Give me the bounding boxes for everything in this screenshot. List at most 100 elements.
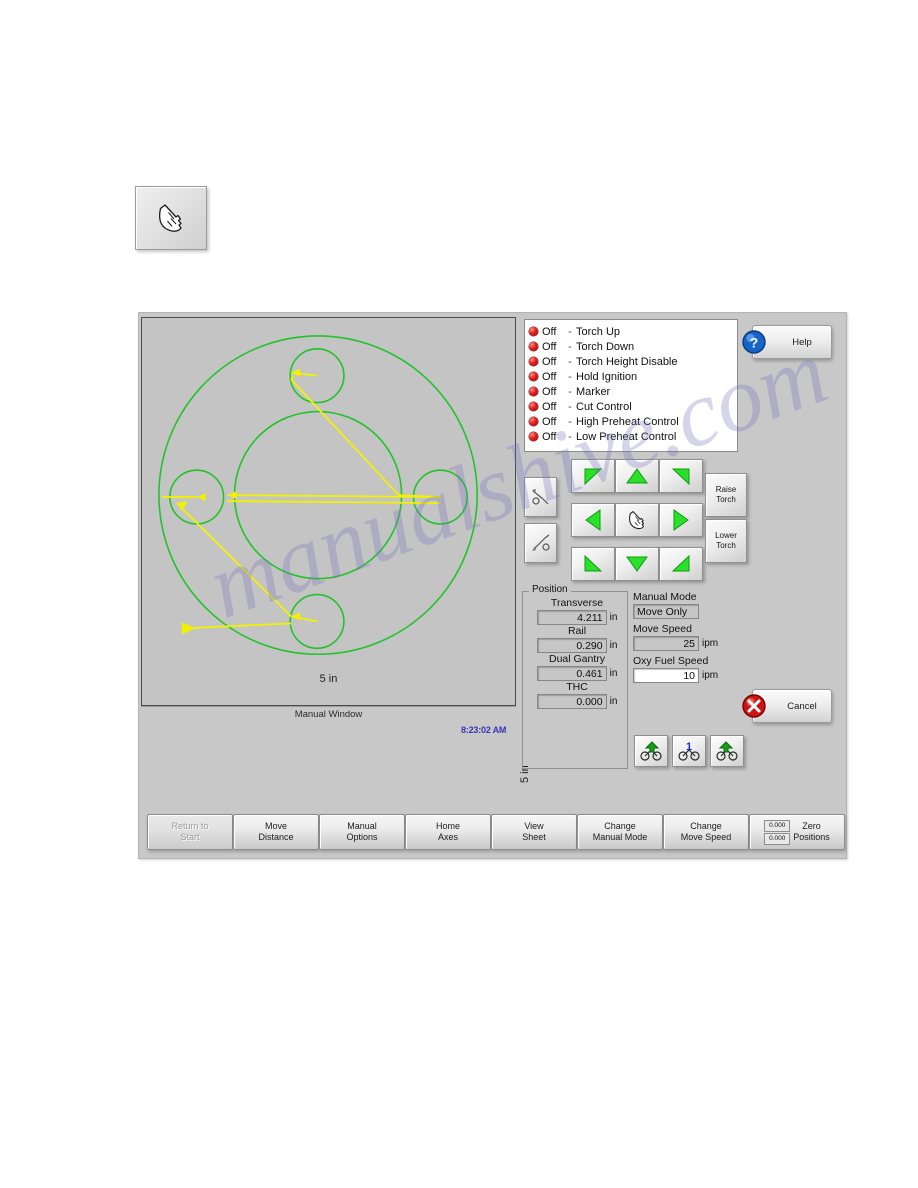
bottom-toolbar: Return to Start Move Distance Manual Opt… — [141, 810, 845, 856]
pointing-hand-button[interactable] — [135, 186, 207, 250]
status-row: Off - Torch Up — [529, 324, 737, 339]
status-state: Off — [542, 355, 557, 368]
return-to-start-line1: Return to — [171, 821, 209, 831]
change-manual-mode-line2: Manual Mode — [592, 832, 648, 842]
pointing-hand-icon — [158, 204, 182, 232]
dimension-horizontal: 5 in — [319, 673, 338, 685]
home-axes-line2: Axes — [437, 832, 458, 842]
dual-gantry-value: 0.461 — [536, 666, 607, 681]
zero-value-top: 0.000 — [764, 819, 791, 832]
pointing-hand-icon — [629, 511, 645, 530]
move-speed-value: 25 — [633, 636, 699, 651]
station-next-button[interactable] — [710, 735, 744, 767]
status-row: Off - Torch Down — [529, 339, 737, 354]
home-axes-line1: Home — [435, 821, 460, 831]
change-move-speed-button[interactable]: Change Move Speed — [663, 814, 749, 850]
manual-options-button[interactable]: Manual Options — [319, 814, 405, 850]
thc-label: THC — [566, 681, 588, 693]
status-dash: - — [568, 400, 572, 413]
status-dash: - — [568, 370, 572, 383]
status-row: Off - High Preheat Control — [529, 414, 737, 429]
status-dash: - — [568, 430, 572, 443]
cancel-button-label: Cancel — [787, 700, 817, 712]
status-led-icon — [529, 357, 538, 366]
arrow-up-icon — [626, 468, 648, 484]
zero-positions-button[interactable]: 0.000 0.000 Zero Positions — [749, 814, 845, 850]
oxy-fuel-speed-input[interactable]: 10 — [633, 668, 699, 683]
jog-center-hand-button[interactable] — [615, 503, 659, 537]
status-state: Off — [542, 340, 557, 353]
status-led-icon — [529, 432, 538, 441]
raise-torch-button[interactable]: Raise Torch — [705, 473, 747, 517]
thc-value: 0.000 — [536, 694, 607, 709]
rail-unit: in — [609, 640, 618, 651]
transverse-value: 4.211 — [536, 610, 607, 625]
zero-positions-line1: Zero — [802, 821, 821, 831]
jog-up-right-button[interactable] — [659, 459, 703, 493]
status-dash: - — [568, 325, 572, 338]
home-axes-button[interactable]: Home Axes — [405, 814, 491, 850]
jog-side-buttons — [524, 461, 557, 563]
lower-torch-button[interactable]: Lower Torch — [705, 519, 747, 563]
status-indicator-list: Off - Torch Up Off - Torch Down Off - To… — [524, 319, 738, 452]
status-state: Off — [542, 430, 557, 443]
status-dash: - — [568, 385, 572, 398]
arrow-up-left-icon — [584, 468, 603, 485]
jog-right-button[interactable] — [659, 503, 703, 537]
move-speed-unit: ipm — [702, 638, 719, 649]
svg-text:1: 1 — [686, 741, 692, 753]
raise-torch-line1: Raise — [715, 485, 737, 494]
jog-left-button[interactable] — [571, 503, 615, 537]
status-name: Cut Control — [576, 400, 632, 413]
move-distance-button[interactable]: Move Distance — [233, 814, 319, 850]
station-prev-button[interactable] — [634, 735, 668, 767]
status-led-icon — [529, 327, 538, 336]
torch-lead-in-icon — [531, 489, 548, 505]
page-canvas: 5 in 5 in Manual Window 8:23:02 AM Off -… — [0, 0, 918, 1188]
move-speed-label: Move Speed — [633, 623, 692, 635]
view-sheet-line2: Sheet — [522, 832, 546, 842]
status-name: Marker — [576, 385, 611, 398]
jog-up-button[interactable] — [615, 459, 659, 493]
station-number-button[interactable]: 1 — [672, 735, 706, 767]
status-led-icon — [529, 387, 538, 396]
arrow-right-icon — [673, 509, 689, 531]
arrow-up-right-icon — [671, 468, 690, 485]
change-move-speed-line2: Move Speed — [680, 832, 732, 842]
help-button[interactable]: ? Help — [742, 325, 832, 359]
status-state: Off — [542, 415, 557, 428]
jog-up-left-button[interactable] — [571, 459, 615, 493]
change-manual-mode-button[interactable]: Change Manual Mode — [577, 814, 663, 850]
return-to-start-button[interactable]: Return to Start — [147, 814, 233, 850]
graphics-preview-pane[interactable]: 5 in — [141, 317, 516, 706]
view-sheet-line1: View — [524, 821, 544, 831]
jog-down-left-button[interactable] — [571, 547, 615, 581]
station-buttons: 1 — [634, 735, 744, 767]
position-fields: Transverse 4.211 in Rail 0.290 in Dual Gan… — [529, 597, 625, 709]
status-dash: - — [568, 415, 572, 428]
status-name: Torch Up — [576, 325, 621, 338]
jog-pad: Raise Torch Lower Torch — [524, 459, 747, 581]
manual-options-line1: Manual — [347, 821, 377, 831]
zero-positions-values: 0.000 0.000 — [764, 819, 791, 845]
status-name: Hold Ignition — [576, 370, 638, 383]
view-sheet-button[interactable]: View Sheet — [491, 814, 577, 850]
status-state: Off — [542, 400, 557, 413]
jog-down-button[interactable] — [615, 547, 659, 581]
status-name: Torch Height Disable — [576, 355, 678, 368]
move-distance-line2: Distance — [258, 832, 294, 842]
zero-value-bottom: 0.000 — [764, 832, 791, 845]
torch-lead-in-button[interactable] — [524, 477, 557, 517]
oxy-fuel-speed-unit: ipm — [702, 670, 719, 681]
manual-window: 5 in 5 in Manual Window 8:23:02 AM Off -… — [138, 312, 847, 859]
arrow-down-left-icon — [584, 555, 603, 572]
torch-lead-out-button[interactable] — [524, 523, 557, 563]
thc-unit: in — [609, 696, 618, 707]
status-state: Off — [542, 325, 557, 338]
status-name: High Preheat Control — [576, 415, 679, 428]
jog-down-right-button[interactable] — [659, 547, 703, 581]
manual-options-line2: Options — [346, 832, 378, 842]
cancel-button[interactable]: Cancel — [742, 689, 832, 723]
zero-positions-label: Zero Positions — [793, 821, 830, 843]
return-to-start-line2: Start — [180, 832, 200, 842]
